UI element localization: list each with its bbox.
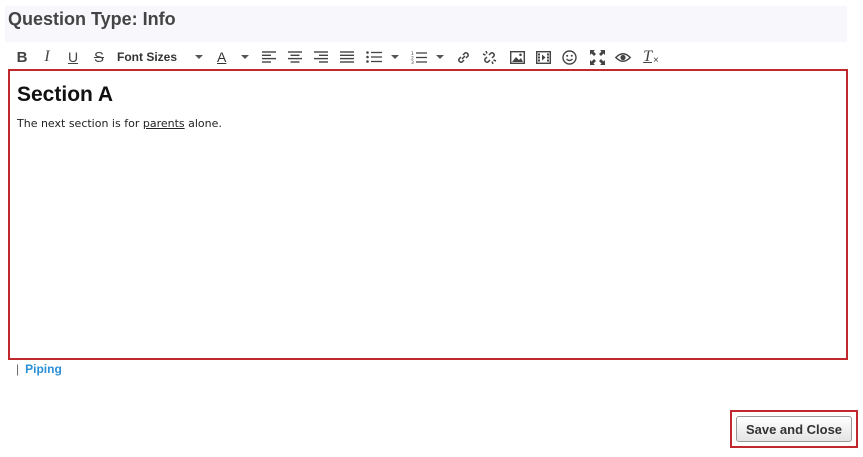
chevron-down-icon [195,55,203,59]
save-and-close-button[interactable]: Save and Close [736,416,852,442]
page-title: Question Type: Info [8,9,176,29]
chevron-down-icon [391,55,399,59]
video-icon[interactable] [534,46,552,68]
editor-toolbar: B I U S Font Sizes A 123 T × [8,46,848,68]
italic-icon[interactable]: I [39,46,55,68]
clear-format-icon[interactable]: T × [641,46,661,68]
paragraph-text-before: The next section is for [17,117,143,130]
font-sizes-dropdown[interactable]: Font Sizes [117,46,207,68]
bold-icon[interactable]: B [14,46,30,68]
editor-heading: Section A [17,83,114,106]
clear-format-glyph: T [643,48,653,65]
numbered-list-dropdown[interactable]: 123 [411,46,447,68]
preview-icon[interactable] [614,46,632,68]
align-center-icon[interactable] [286,46,304,68]
bullet-list-icon [366,51,382,63]
paragraph-text-after: alone. [184,117,222,130]
chevron-down-icon [436,55,444,59]
rich-text-editor[interactable]: Section A The next section is for parent… [8,69,848,360]
piping-bar: | Piping [16,362,62,376]
numbered-list-icon: 123 [411,51,427,64]
emoticon-icon[interactable] [560,46,578,68]
piping-link[interactable]: Piping [25,362,62,376]
font-color-icon: A [217,49,227,65]
fullscreen-icon[interactable] [588,46,606,68]
paragraph-underlined-word: parents [142,117,185,130]
svg-text:3: 3 [411,60,414,64]
bullet-list-dropdown[interactable] [366,46,402,68]
image-icon[interactable] [508,46,526,68]
align-justify-icon[interactable] [338,46,356,68]
underline-icon[interactable]: U [65,46,81,68]
save-button-highlight: Save and Close [730,410,858,448]
editor-paragraph: The next section is for parents alone. [17,117,222,130]
link-icon[interactable] [454,46,472,68]
separator: | [16,362,20,376]
header-bar: Question Type: Info [5,6,847,42]
chevron-down-icon [241,55,249,59]
align-right-icon[interactable] [312,46,330,68]
unlink-icon[interactable] [480,46,498,68]
font-color-dropdown[interactable]: A [213,46,253,68]
align-left-icon[interactable] [260,46,278,68]
strikethrough-icon[interactable]: S [91,46,107,68]
font-sizes-label: Font Sizes [117,50,178,64]
